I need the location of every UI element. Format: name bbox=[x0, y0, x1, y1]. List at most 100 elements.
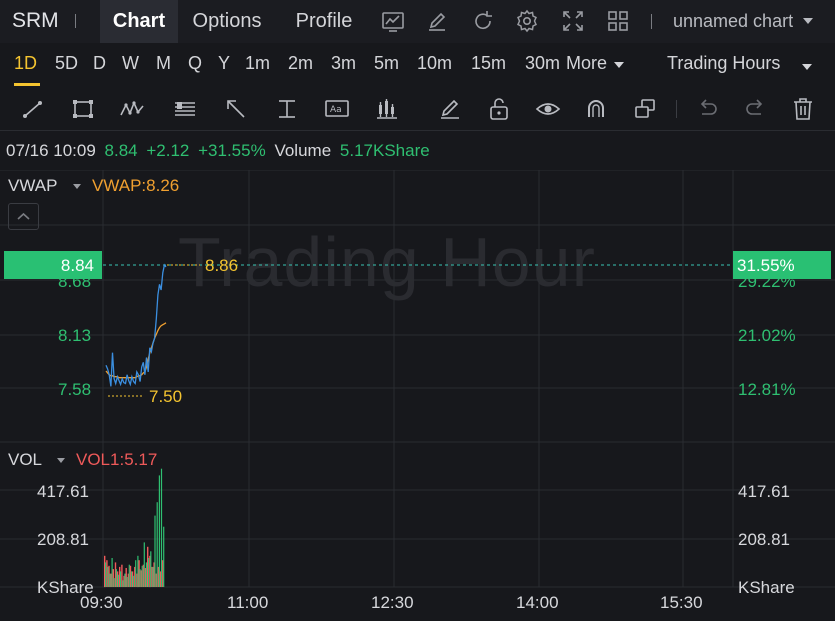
layout-grid-icon[interactable] bbox=[605, 8, 631, 34]
price-axis-label: 7.58 bbox=[58, 380, 92, 399]
time-axis-label: 12:30 bbox=[371, 593, 414, 612]
volume-bar-up bbox=[141, 565, 143, 587]
volume-bar-up bbox=[160, 468, 163, 587]
volume-bar-up bbox=[156, 502, 158, 587]
quote-price: 8.84 bbox=[104, 141, 138, 160]
volume-axis-label: 417.61 bbox=[37, 482, 89, 501]
volume-bar-up bbox=[126, 577, 128, 587]
time-axis-label: 11:00 bbox=[227, 593, 269, 612]
interval-m[interactable]: M bbox=[156, 53, 171, 74]
refresh-icon[interactable] bbox=[470, 8, 496, 34]
divider bbox=[651, 14, 652, 29]
volume-bar-up bbox=[113, 578, 115, 587]
price-axis-label: 8.13 bbox=[58, 326, 92, 345]
vwap-line bbox=[105, 322, 167, 379]
volume-bar-up bbox=[117, 574, 120, 587]
interval-bar: 1D 5D D W M Q Y 1m 2m 3m 5m 10m 15m 30m … bbox=[0, 43, 835, 87]
text-position-tool-icon[interactable] bbox=[273, 95, 301, 123]
pencil-tool-icon[interactable] bbox=[436, 95, 464, 123]
interval-10m[interactable]: 10m bbox=[417, 53, 452, 74]
fib-tool-icon[interactable] bbox=[171, 95, 199, 123]
clone-icon[interactable] bbox=[631, 95, 659, 123]
line-tool-icon[interactable] bbox=[19, 95, 47, 123]
divider bbox=[75, 14, 76, 28]
volume-bar-up bbox=[150, 551, 152, 587]
volume-axis-label: 208.81 bbox=[738, 530, 790, 549]
interval-5m[interactable]: 5m bbox=[374, 53, 399, 74]
chevron-up-icon bbox=[17, 212, 30, 220]
interval-15m[interactable]: 15m bbox=[471, 53, 506, 74]
pct-axis-label: 12.81% bbox=[738, 380, 796, 399]
volume-bar-up bbox=[128, 564, 130, 587]
annotation-tool-icon[interactable]: Aa bbox=[323, 95, 351, 123]
chevron-down-icon[interactable] bbox=[57, 458, 65, 463]
tab-chart[interactable]: Chart bbox=[100, 0, 178, 43]
interval-1d[interactable]: 1D bbox=[14, 53, 37, 74]
chart-canvas[interactable] bbox=[0, 170, 835, 621]
volume-bar-up bbox=[139, 569, 141, 587]
settings-icon[interactable] bbox=[514, 8, 540, 34]
interval-y[interactable]: Y bbox=[218, 53, 230, 74]
interval-w[interactable]: W bbox=[122, 53, 139, 74]
vwap-value: VWAP:8.26 bbox=[92, 176, 180, 195]
undo-icon[interactable] bbox=[694, 95, 722, 123]
interval-d[interactable]: D bbox=[93, 53, 106, 74]
quote-datetime: 07/16 10:09 bbox=[6, 141, 96, 160]
interval-5d[interactable]: 5D bbox=[55, 53, 78, 74]
volume-bars bbox=[104, 468, 165, 588]
fullscreen-icon[interactable] bbox=[560, 8, 586, 34]
chevron-down-icon[interactable] bbox=[614, 62, 624, 68]
vol-indicator-label[interactable]: VOL bbox=[8, 450, 42, 470]
interval-1m[interactable]: 1m bbox=[245, 53, 270, 74]
divider bbox=[676, 100, 677, 118]
eye-icon[interactable] bbox=[534, 95, 562, 123]
volume-bar-up bbox=[163, 526, 165, 587]
redo-icon[interactable] bbox=[741, 95, 769, 123]
chart-name-dropdown[interactable]: unnamed chart bbox=[673, 11, 793, 32]
volume-bar-up bbox=[154, 515, 156, 587]
unlock-icon[interactable] bbox=[485, 95, 513, 123]
quote-volume-value: 5.17KShare bbox=[339, 141, 430, 160]
volume-bar-up bbox=[137, 555, 139, 588]
volume-axis-label: 417.61 bbox=[738, 482, 790, 501]
chart-snapshot-icon[interactable] bbox=[380, 8, 406, 34]
vol-value: VOL1:5.17 bbox=[76, 450, 158, 469]
interval-2m[interactable]: 2m bbox=[288, 53, 313, 74]
interval-q[interactable]: Q bbox=[188, 53, 202, 74]
volume-bar-up bbox=[148, 558, 150, 587]
chevron-down-icon[interactable] bbox=[802, 64, 812, 70]
volume-bar-up bbox=[158, 475, 160, 587]
trash-icon[interactable] bbox=[789, 95, 817, 123]
tab-options[interactable]: Options bbox=[181, 0, 273, 43]
interval-30m[interactable]: 30m bbox=[525, 53, 560, 74]
rectangle-tool-icon[interactable] bbox=[69, 95, 97, 123]
volume-bar-up bbox=[152, 566, 154, 587]
collapse-pane-button[interactable] bbox=[8, 203, 39, 230]
session-dropdown[interactable]: Trading Hours bbox=[667, 53, 780, 74]
symbol-title[interactable]: SRM bbox=[12, 9, 59, 33]
last-price-badge: 8.84 bbox=[4, 251, 102, 279]
volume-bar-up bbox=[135, 560, 137, 587]
low-label: 7.50 bbox=[149, 387, 183, 406]
interval-more[interactable]: More bbox=[566, 53, 607, 74]
quote-line: 07/16 10:09 8.84 +2.12 +31.55% Volume 5.… bbox=[6, 141, 434, 161]
vwap-indicator-label[interactable]: VWAP bbox=[8, 176, 57, 196]
pattern-tool-icon[interactable] bbox=[118, 95, 146, 123]
interval-3m[interactable]: 3m bbox=[331, 53, 356, 74]
arrow-tool-icon[interactable] bbox=[222, 95, 250, 123]
indicator-tool-icon[interactable] bbox=[373, 95, 401, 123]
volume-bar-up bbox=[115, 569, 117, 587]
active-interval-indicator bbox=[14, 83, 40, 86]
chart-grid bbox=[0, 170, 835, 588]
price-line bbox=[105, 263, 167, 387]
chevron-down-icon[interactable] bbox=[73, 184, 81, 189]
last-pct-badge: 31.55% bbox=[733, 251, 831, 279]
volume-axis-label: 208.81 bbox=[37, 530, 89, 549]
volume-bar-up bbox=[109, 573, 111, 587]
chevron-down-icon[interactable] bbox=[803, 18, 813, 24]
tab-profile[interactable]: Profile bbox=[285, 0, 363, 43]
svg-text:Aa: Aa bbox=[330, 105, 342, 115]
magnet-icon[interactable] bbox=[582, 95, 610, 123]
drawing-toolbar: Aa bbox=[0, 87, 835, 131]
edit-icon[interactable] bbox=[424, 8, 450, 34]
